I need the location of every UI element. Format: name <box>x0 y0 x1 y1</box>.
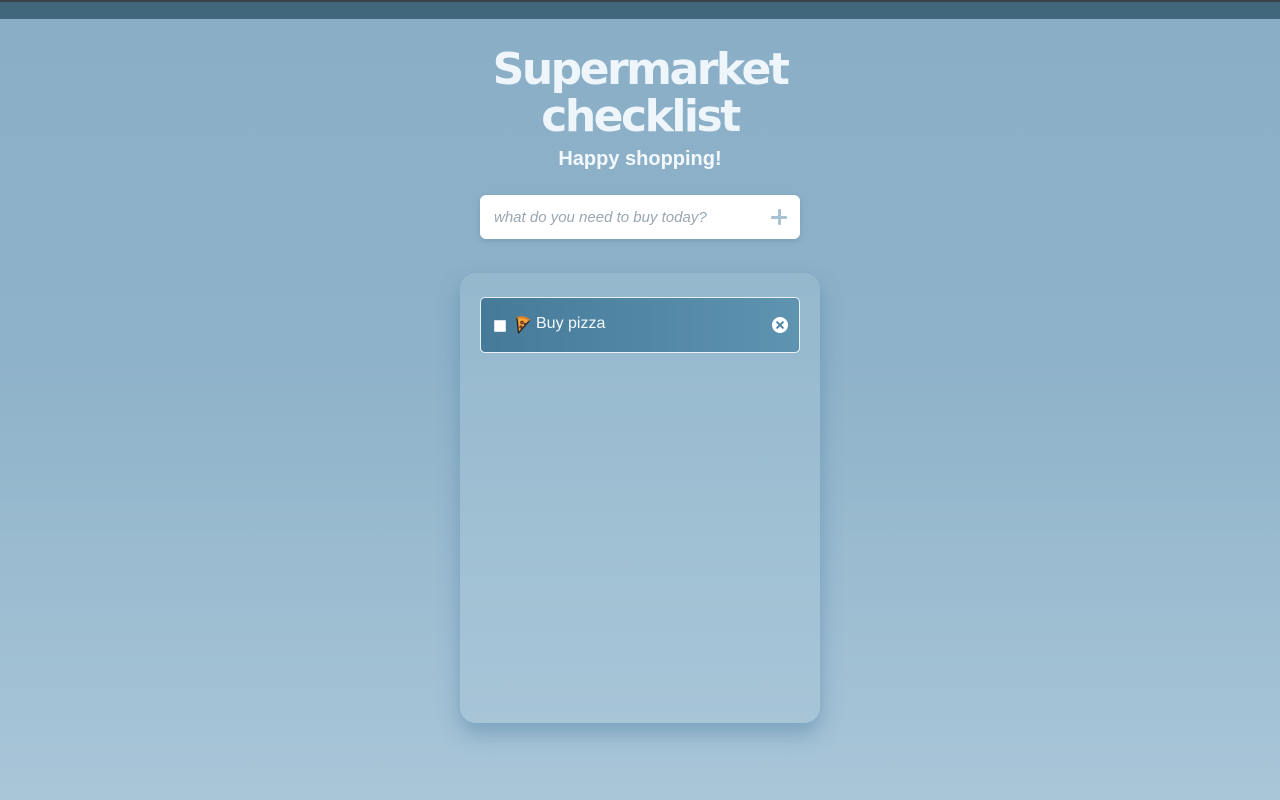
new-item-input[interactable] <box>480 195 760 239</box>
pizza-icon <box>515 316 531 334</box>
checklist-card: Buy pizza <box>460 273 820 723</box>
remove-item-button[interactable] <box>772 317 788 333</box>
page-header: Supermarket checklist Happy shopping! <box>0 46 1280 171</box>
page-title: Supermarket checklist <box>492 44 790 142</box>
add-item-button[interactable] <box>768 206 790 228</box>
window-top-bar <box>0 0 1280 19</box>
add-item-form <box>480 195 800 239</box>
item-label: Buy pizza <box>536 315 606 332</box>
item-checkbox[interactable] <box>494 320 506 332</box>
checklist-item: Buy pizza <box>480 297 800 353</box>
page-subtitle: Happy shopping! <box>558 148 722 170</box>
